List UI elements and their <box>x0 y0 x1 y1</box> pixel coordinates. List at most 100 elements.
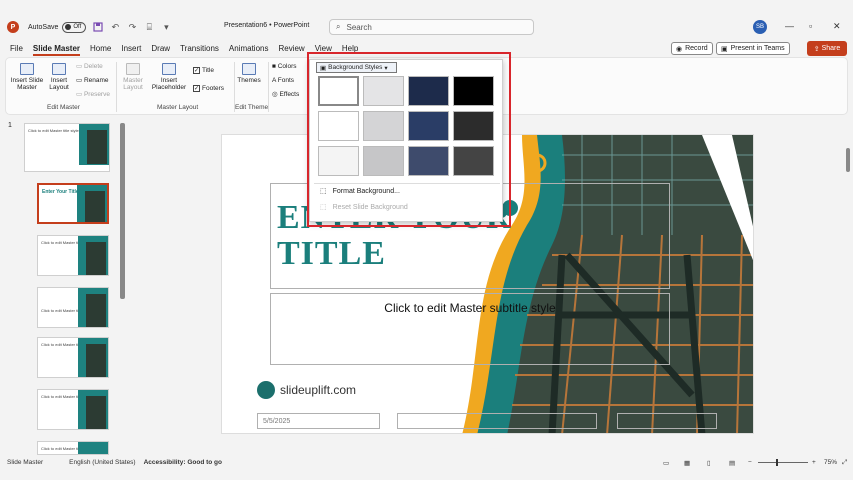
accessibility-status[interactable]: Accessibility: Good to go <box>144 459 222 466</box>
thumbnail-caption: Click to edit Master title style <box>28 128 79 133</box>
title-checkbox[interactable]: ✓ Title <box>193 67 214 74</box>
subtitle-placeholder[interactable]: Click to edit Master subtitle style <box>270 293 670 365</box>
powerpoint-window: P AutoSave Off ↶ ↷ ⌸ ▾ Presentation6 • P… <box>0 0 853 480</box>
colors-button[interactable]: ■ Colors <box>272 63 297 70</box>
tab-draw[interactable]: Draw <box>151 44 170 53</box>
rename-icon: ▭ <box>76 77 84 84</box>
teams-icon: ▣ <box>721 45 728 53</box>
slide-number-placeholder[interactable] <box>617 413 717 429</box>
tab-slide-master[interactable]: Slide Master <box>32 44 81 56</box>
insert-slide-master-label: Insert Slide Master <box>10 77 44 91</box>
delete-button[interactable]: ▭ Delete <box>76 63 103 70</box>
status-bar: Slide Master English (United States) Acc… <box>0 455 853 470</box>
themes-button[interactable]: Themes <box>237 63 261 84</box>
language-label[interactable]: English (United States) <box>69 459 135 466</box>
autosave-state: Off <box>73 24 82 30</box>
insert-slide-master-button[interactable]: Insert Slide Master <box>10 63 44 91</box>
zoom-slider[interactable] <box>758 462 808 463</box>
rename-button[interactable]: ▭ Rename <box>76 77 109 84</box>
customize-icon[interactable]: ⌸ <box>144 22 154 32</box>
zoom-in-icon[interactable]: + <box>812 459 816 466</box>
thumbnail-graphic <box>87 130 107 164</box>
fit-slide-icon[interactable]: ⤢ <box>842 459 847 467</box>
toggle-knob <box>65 24 72 30</box>
thumbnail-graphic <box>86 242 106 275</box>
thumbnail-graphic <box>78 442 108 454</box>
search-icon: ⌕ <box>336 22 341 31</box>
slide-sorter-icon[interactable]: ▦ <box>684 459 690 467</box>
effects-label: Effects <box>279 91 300 98</box>
insert-layout-button[interactable]: Insert Layout <box>46 63 72 91</box>
slide-subtitle: Click to edit Master subtitle style <box>384 301 556 315</box>
tab-home[interactable]: Home <box>90 44 111 53</box>
layout-thumbnail[interactable]: Click to edit Master title style <box>37 441 109 455</box>
fonts-button[interactable]: A Fonts <box>272 77 294 84</box>
share-button[interactable]: ⇪ Share <box>807 41 847 56</box>
layout-thumbnail-selected[interactable]: Enter Your Title <box>37 183 109 224</box>
present-label: Present in Teams <box>730 45 785 52</box>
footer-placeholder[interactable] <box>397 413 597 429</box>
share-icon: ⇪ <box>813 45 820 53</box>
zoom-slider-thumb[interactable] <box>776 459 778 466</box>
insert-placeholder-label: Insert Placeholder <box>151 77 187 91</box>
layout-thumbnail[interactable]: Click to edit Master title style <box>37 287 109 328</box>
close-icon[interactable]: ✕ <box>833 21 841 32</box>
delete-icon: ▭ <box>76 63 84 70</box>
effects-button[interactable]: ◎ Effects <box>272 91 299 98</box>
title-bar: P AutoSave Off ↶ ↷ ⌸ ▾ Presentation6 • P… <box>0 14 853 40</box>
fonts-label: Fonts <box>277 77 295 84</box>
edit-theme-group-label: Edit Theme <box>235 104 269 111</box>
master-thumbnail[interactable]: Click to edit Master title style <box>24 123 110 172</box>
document-title: Presentation6 • PowerPoint <box>224 22 310 29</box>
slide-show-icon[interactable]: ▤ <box>729 459 735 467</box>
tab-review[interactable]: Review <box>278 44 304 53</box>
search-placeholder: Search <box>346 22 372 32</box>
save-icon[interactable] <box>93 22 103 32</box>
share-label: Share <box>821 45 841 52</box>
thumbnails-scrollbar[interactable] <box>120 123 125 299</box>
present-in-teams-button[interactable]: ▣ Present in Teams <box>716 42 790 55</box>
avatar[interactable]: SB <box>753 20 767 34</box>
zoom-out-icon[interactable]: − <box>748 459 752 466</box>
preserve-label: Preserve <box>83 91 110 98</box>
normal-view-icon[interactable]: ▭ <box>663 459 669 467</box>
insert-layout-label: Insert Layout <box>49 77 69 91</box>
edit-master-group-label: Edit Master <box>47 104 80 111</box>
layout-thumbnail[interactable]: Click to edit Master title style <box>37 337 109 378</box>
slide-thumbnails-pane: 1 Click to edit Master title style Enter… <box>0 117 128 455</box>
redo-icon[interactable]: ↷ <box>127 22 137 32</box>
layout-thumbnail[interactable]: Click to edit Master title style <box>37 389 109 430</box>
master-layout-button[interactable]: Master Layout <box>120 63 146 91</box>
record-button[interactable]: ◉ Record <box>671 42 713 55</box>
footers-checkbox[interactable]: ✓ Footers <box>193 85 224 92</box>
master-layout-group-label: Master Layout <box>157 104 199 111</box>
insert-placeholder-button[interactable]: Insert Placeholder <box>148 63 190 91</box>
preserve-button[interactable]: ▭ Preserve <box>76 91 110 98</box>
preserve-icon: ▭ <box>76 91 84 98</box>
undo-icon[interactable]: ↶ <box>110 22 120 32</box>
tab-animations[interactable]: Animations <box>229 44 269 53</box>
delete-label: Delete <box>83 63 103 70</box>
tab-insert[interactable]: Insert <box>121 44 141 53</box>
date-placeholder[interactable]: 5/5/2025 <box>257 413 380 429</box>
tab-file[interactable]: File <box>10 44 23 53</box>
zoom-level[interactable]: 75% <box>824 459 837 466</box>
slide-master-icon <box>20 63 34 75</box>
chevron-down-icon[interactable]: ▾ <box>161 22 171 32</box>
restore-icon[interactable]: ▫ <box>809 21 812 31</box>
brand-text: slideuplift.com <box>280 383 357 397</box>
reading-view-icon[interactable]: ▯ <box>707 459 711 467</box>
tab-transitions[interactable]: Transitions <box>180 44 219 53</box>
themes-icon <box>242 63 256 75</box>
powerpoint-logo-icon: P <box>7 21 19 33</box>
title-checkbox-label: Title <box>202 67 215 75</box>
master-layout-label: Master Layout <box>123 77 143 91</box>
search-input[interactable]: ⌕ Search <box>329 19 534 35</box>
minimize-icon[interactable]: — <box>785 21 794 31</box>
slide-scrollbar[interactable] <box>846 148 850 172</box>
rename-label: Rename <box>83 77 109 84</box>
thumbnail-graphic <box>86 294 106 327</box>
slide-number: 1 <box>8 122 12 129</box>
layout-thumbnail[interactable]: Click to edit Master title style <box>37 235 109 276</box>
autosave-toggle[interactable]: Off <box>62 21 87 33</box>
